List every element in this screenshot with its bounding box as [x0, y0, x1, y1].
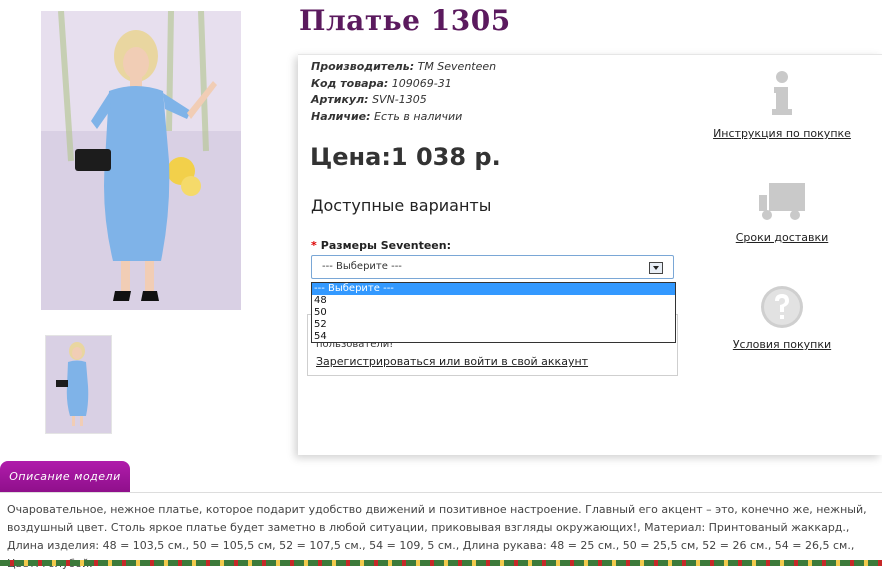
truck-icon	[759, 183, 805, 220]
dress-photo-illustration	[41, 11, 241, 310]
chevron-down-icon[interactable]	[649, 262, 663, 274]
product-price: Цена:1 038 р.	[310, 143, 501, 171]
delivery-terms: Сроки доставки	[702, 181, 862, 244]
size-label: * Размеры Seventeen:	[311, 239, 451, 252]
description-section: Очаровательное, нежное платье, которое п…	[0, 492, 882, 570]
size-option-54[interactable]: 54	[312, 331, 675, 343]
question-icon	[761, 286, 803, 328]
purchase-instructions-link[interactable]: Инструкция по покупке	[702, 127, 862, 140]
size-option-52[interactable]: 52	[312, 319, 675, 331]
spec-product-code-value: 109069-31	[391, 76, 452, 90]
spec-product-code: Код товара: 109069-31	[311, 76, 452, 90]
spec-article-value: SVN-1305	[372, 93, 427, 106]
page-title: Платье 1305	[299, 4, 511, 37]
spec-article: Артикул: SVN-1305	[311, 93, 427, 106]
holiday-garland-decoration	[0, 560, 882, 566]
size-option-50[interactable]: 50	[312, 307, 675, 319]
register-login-link[interactable]: Зарегистрироваться или войти в свой акка…	[316, 355, 588, 368]
product-thumbnail[interactable]	[45, 335, 112, 434]
spec-manufacturer-value: TM Seventeen	[417, 60, 497, 73]
thumbnail-illustration	[46, 336, 111, 433]
product-specs: Производитель: TM Seventeen Код товара: …	[311, 59, 496, 125]
purchase-instructions: Инструкция по покупке	[702, 69, 862, 140]
tab-description[interactable]: Описание модели	[0, 461, 130, 493]
product-info-panel: Производитель: TM Seventeen Код товара: …	[298, 54, 882, 455]
purchase-conditions: Условия покупки	[702, 284, 862, 351]
size-select[interactable]: --- Выберите ---	[311, 255, 674, 279]
purchase-conditions-link[interactable]: Условия покупки	[702, 338, 862, 351]
size-option-placeholder[interactable]: --- Выберите ---	[312, 283, 675, 295]
size-option-48[interactable]: 48	[312, 295, 675, 307]
size-select-value: --- Выберите ---	[322, 261, 402, 272]
delivery-terms-link[interactable]: Сроки доставки	[702, 231, 862, 244]
size-options-list: --- Выберите --- 48 50 52 54	[311, 282, 676, 343]
product-main-photo[interactable]	[41, 11, 241, 310]
spec-manufacturer: Производитель: TM Seventeen	[311, 60, 497, 73]
spec-availability-value: Есть в наличии	[374, 109, 463, 123]
variants-heading: Доступные варианты	[311, 196, 492, 215]
spec-availability: Наличие: Есть в наличии	[311, 109, 463, 123]
required-mark: *	[311, 239, 317, 252]
info-icon	[772, 71, 792, 115]
